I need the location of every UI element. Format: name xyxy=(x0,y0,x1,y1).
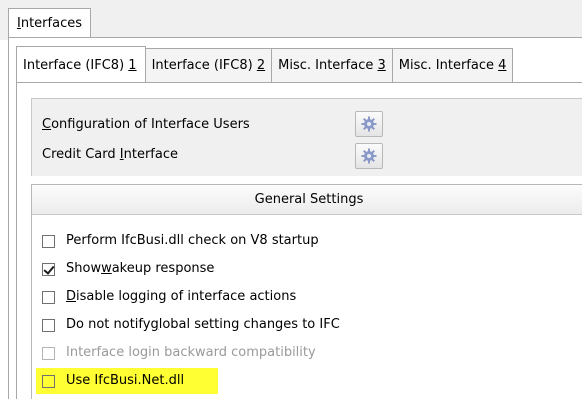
option-label-b: isable logging of interface actions xyxy=(76,289,297,304)
option-no-notify[interactable]: Do not notify g lobal setting changes to … xyxy=(42,313,340,337)
tab-interfaces-label: nterfaces xyxy=(20,16,82,31)
option-label: Interface login backward compatibility xyxy=(66,345,316,360)
option-accel: w xyxy=(101,261,112,276)
tab-label: Misc. Interface xyxy=(398,58,499,73)
credit-card-button[interactable] xyxy=(355,143,383,169)
option-use-ifcbusi-net[interactable]: Use IfcBusi.Net.dll xyxy=(42,369,184,393)
tab-label: Interface (IFC8) xyxy=(151,58,257,73)
config-users-label: Configuration of Interface Users xyxy=(42,111,250,139)
tab-interface-ifc8-2[interactable]: Interface (IFC8) 2 xyxy=(145,48,273,82)
option-label-c: akeup response xyxy=(111,261,215,276)
tab-number: 2 xyxy=(256,58,266,73)
tab-misc-interface-4[interactable]: Misc. Interface 4 xyxy=(392,48,514,82)
checkbox[interactable] xyxy=(42,234,55,248)
checkbox[interactable] xyxy=(42,318,55,332)
tab-misc-interface-3[interactable]: Misc. Interface 3 xyxy=(272,48,393,82)
tab-label: Interface (IFC8) xyxy=(23,58,129,73)
option-label-a: Show xyxy=(66,261,102,276)
option-ifcbusi-check[interactable]: Perform IfcBusi.dll check on V8 startup xyxy=(42,229,319,253)
option-label: Use IfcBusi.Net.dll xyxy=(66,373,185,388)
option-show-wakeup[interactable]: Show w akeup response xyxy=(42,257,214,281)
tab-number: 4 xyxy=(498,58,507,73)
option-disable-logging[interactable]: Disable logging of interface actions xyxy=(42,285,296,309)
option-label-a: Do not notify xyxy=(66,317,151,332)
tab-number: 1 xyxy=(128,58,137,73)
tab-label: Misc. Interface xyxy=(278,58,378,73)
config-users-text: onfiguration of Interface Users xyxy=(51,117,250,132)
interfaces-window: Interfaces Interface (IFC8) 1 Interface … xyxy=(0,0,582,399)
credit-card-text-c: nterface xyxy=(123,147,178,162)
tab-interfaces[interactable]: Interfaces xyxy=(8,8,91,38)
tab-interface-ifc8-1[interactable]: Interface (IFC8) 1 xyxy=(16,46,146,82)
option-label-c: lobal setting changes to IFC xyxy=(158,317,340,332)
option-accel: D xyxy=(66,289,77,304)
gear-icon xyxy=(361,116,377,132)
gear-icon xyxy=(361,148,377,164)
general-settings-header: General Settings xyxy=(32,185,582,215)
config-users-button[interactable] xyxy=(355,111,383,137)
tab-number: 3 xyxy=(377,58,386,73)
config-panel: Configuration of Interface Users Credit … xyxy=(31,98,582,176)
checkbox-checked[interactable] xyxy=(42,262,55,276)
credit-card-text-a: Credit Card xyxy=(42,147,120,162)
inner-tab-strip: Interface (IFC8) 1 Interface (IFC8) 2 Mi… xyxy=(16,46,514,82)
option-login-backward: Interface login backward compatibility xyxy=(42,341,316,365)
option-accel: g xyxy=(150,317,159,332)
checkbox-disabled xyxy=(42,346,55,360)
option-label: Perform IfcBusi.dll check on V8 startup xyxy=(66,233,319,248)
checkbox[interactable] xyxy=(42,374,55,388)
checkbox[interactable] xyxy=(42,290,55,304)
credit-card-label: Credit Card Interface xyxy=(42,141,178,169)
config-users-accel: C xyxy=(42,117,52,132)
